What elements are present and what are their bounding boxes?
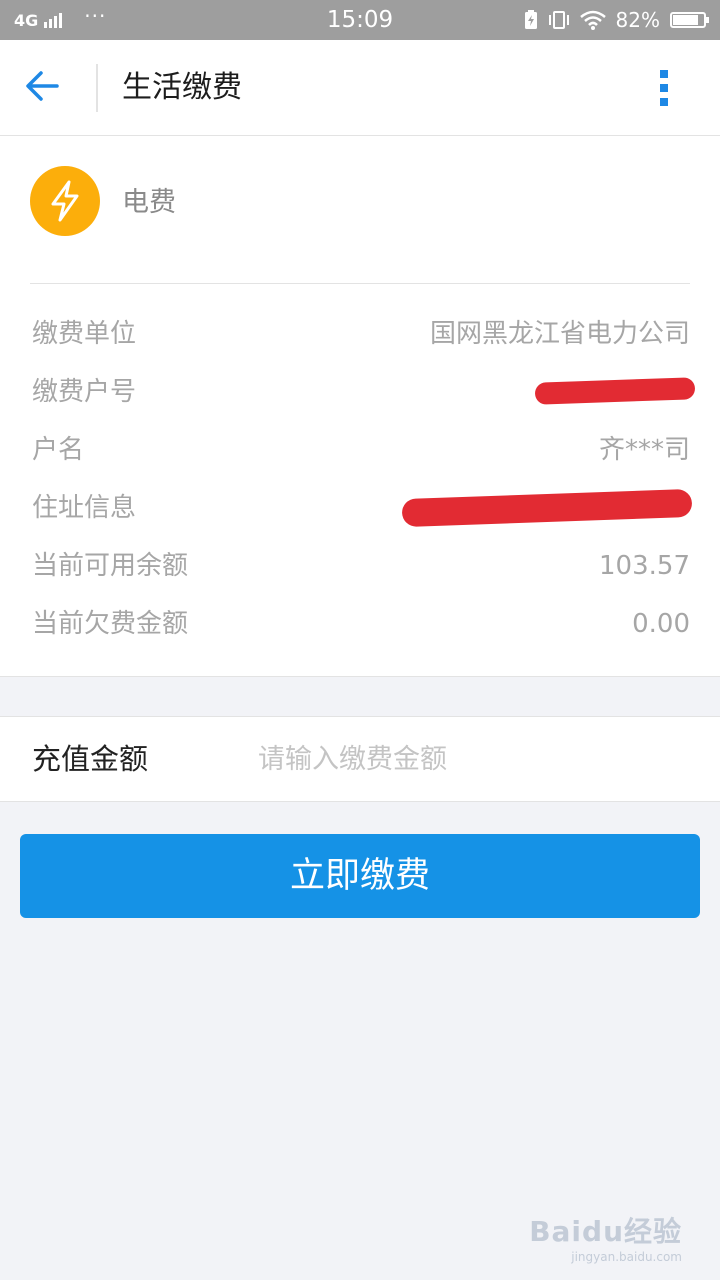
wifi-icon: [579, 10, 606, 30]
bill-info-card: 电费 缴费单位 国网黑龙江省电力公司 缴费户号 户名 齐***司 住址信息 当前…: [0, 136, 720, 677]
more-menu-button[interactable]: [652, 70, 676, 108]
battery-saver-icon: [524, 10, 537, 29]
info-label: 当前欠费金额: [32, 609, 189, 639]
vibrate-icon: [548, 11, 569, 29]
back-button[interactable]: [24, 68, 72, 108]
info-row-name: 户名 齐***司: [30, 428, 690, 472]
recharge-label: 充值金额: [32, 742, 149, 776]
recharge-amount-input[interactable]: [258, 733, 688, 785]
info-row-account: 缴费户号: [30, 370, 696, 414]
watermark-logo: Baidu经验: [529, 1215, 682, 1248]
battery-percent: 82%: [615, 8, 660, 32]
page-title: 生活缴费: [122, 70, 242, 105]
info-label: 住址信息: [32, 493, 137, 523]
info-label: 缴费单位: [32, 319, 137, 349]
app-bar: 生活缴费: [0, 40, 720, 136]
appbar-divider: [96, 64, 98, 112]
info-value: 齐***司: [598, 435, 690, 465]
electricity-icon: [30, 166, 100, 236]
info-row-address: 住址信息: [30, 486, 693, 530]
status-right: 82%: [524, 0, 709, 40]
info-row-balance: 当前可用余额 103.57: [30, 544, 690, 588]
watermark: Baidu经验 jingyan.baidu.com: [529, 1210, 682, 1264]
status-bar: 4G ··· 15:09 82%: [0, 0, 720, 40]
info-row-payee: 缴费单位 国网黑龙江省电力公司: [30, 312, 690, 356]
info-label: 缴费户号: [32, 377, 137, 407]
pay-now-button[interactable]: 立即缴费: [20, 834, 700, 918]
info-row-arrears: 当前欠费金额 0.00: [30, 602, 690, 646]
recharge-section: 充值金额: [0, 716, 720, 802]
info-value: 国网黑龙江省电力公司: [429, 319, 690, 349]
watermark-url: jingyan.baidu.com: [571, 1250, 682, 1264]
info-value: 0.00: [632, 609, 690, 639]
redaction-mark: [534, 377, 696, 405]
bill-type-label: 电费: [122, 187, 176, 218]
card-divider: [30, 283, 690, 284]
info-label: 户名: [32, 435, 85, 465]
redaction-mark: [401, 488, 693, 528]
back-arrow-icon: [26, 71, 59, 101]
info-value: 103.57: [599, 551, 690, 581]
battery-level: [673, 15, 698, 25]
battery-icon: [670, 12, 709, 28]
info-label: 当前可用余额: [32, 551, 189, 581]
